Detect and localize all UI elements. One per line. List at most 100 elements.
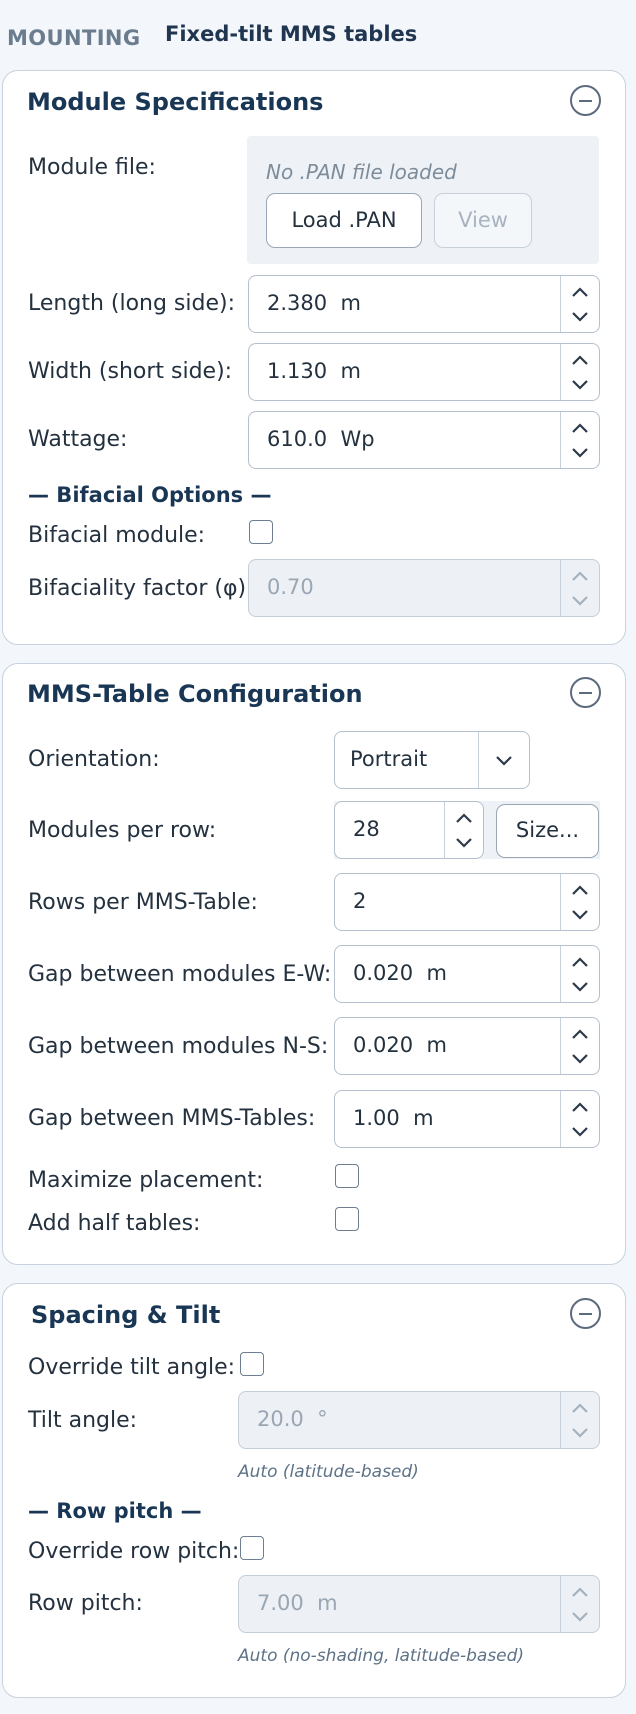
module-specifications-title: Module Specifications — [27, 88, 324, 116]
row-pitch-hint: Auto (no-shading, latitude-based) — [238, 1646, 525, 1666]
length-spinbox[interactable]: 2.380 m — [248, 275, 600, 333]
chevron-up-icon — [456, 813, 472, 823]
bifacial-options-header: — Bifacial Options — — [28, 483, 272, 507]
increment-button[interactable] — [561, 276, 599, 304]
increment-button[interactable] — [561, 1018, 599, 1046]
orientation-label: Orientation: — [28, 747, 160, 772]
decrement-button[interactable] — [561, 1046, 599, 1074]
orientation-value: Portrait — [350, 747, 428, 771]
bifaciality-factor-spinbox[interactable]: 0.70 — [248, 559, 600, 617]
chevron-up-icon — [572, 885, 588, 895]
chevron-down-icon — [496, 756, 512, 766]
collapse-mms-table-configuration-icon[interactable] — [570, 677, 601, 708]
chevron-down-icon — [572, 596, 588, 606]
chevron-down-icon — [572, 380, 588, 390]
page-title: Fixed-tilt MMS tables — [165, 22, 418, 46]
section-label: MOUNTING — [7, 26, 141, 50]
gap-tables-spinbox[interactable]: 1.00 m — [334, 1090, 600, 1148]
gap-ew-value: 0.020 m — [353, 961, 447, 985]
increment-button[interactable] — [561, 946, 599, 974]
increment-button[interactable] — [445, 802, 483, 830]
modules-per-row-value: 28 — [353, 817, 380, 841]
chevron-up-icon — [572, 355, 588, 365]
load-pan-button[interactable]: Load .PAN — [266, 193, 422, 248]
wattage-value: 610.0 Wp — [267, 427, 375, 451]
add-half-tables-checkbox[interactable] — [335, 1207, 359, 1231]
decrement-button[interactable] — [561, 372, 599, 400]
size-button[interactable]: Size... — [496, 804, 599, 858]
rows-per-table-label: Rows per MMS-Table: — [28, 890, 258, 915]
gap-ns-value: 0.020 m — [353, 1033, 447, 1057]
row-pitch-spinbox[interactable]: 7.00 m — [238, 1575, 600, 1633]
increment-button[interactable] — [561, 1576, 599, 1604]
file-status-text: No .PAN file loaded — [266, 160, 457, 184]
collapse-spacing-tilt-icon[interactable] — [570, 1298, 601, 1329]
modules-per-row-label: Modules per row: — [28, 818, 217, 843]
gap-tables-label: Gap between MMS-Tables: — [28, 1106, 316, 1131]
rows-per-table-value: 2 — [353, 889, 367, 913]
decrement-button[interactable] — [561, 1119, 599, 1147]
length-value: 2.380 m — [267, 291, 361, 315]
chevron-up-icon — [572, 1029, 588, 1039]
chevron-up-icon — [572, 1587, 588, 1597]
tilt-angle-spinbox[interactable]: 20.0 ° — [238, 1391, 600, 1449]
tilt-angle-hint: Auto (latitude-based) — [238, 1462, 419, 1482]
increment-button[interactable] — [561, 1091, 599, 1119]
chevron-up-icon — [572, 957, 588, 967]
orientation-select[interactable]: Portrait — [334, 731, 530, 789]
decrement-button[interactable] — [561, 304, 599, 332]
tilt-angle-label: Tilt angle: — [28, 1408, 138, 1433]
length-label: Length (long side): — [28, 291, 236, 316]
wattage-spinbox[interactable]: 610.0 Wp — [248, 411, 600, 469]
chevron-up-icon — [572, 1102, 588, 1112]
width-spinbox[interactable]: 1.130 m — [248, 343, 600, 401]
chevron-down-icon — [572, 1127, 588, 1137]
chevron-down-icon — [572, 1428, 588, 1438]
decrement-button[interactable] — [561, 1604, 599, 1632]
decrement-button[interactable] — [561, 1420, 599, 1448]
bifaciality-factor-label: Bifaciality factor (φ): — [28, 576, 254, 601]
decrement-button[interactable] — [561, 440, 599, 468]
width-value: 1.130 m — [267, 359, 361, 383]
decrement-button[interactable] — [561, 902, 599, 930]
chevron-up-icon — [572, 571, 588, 581]
chevron-down-icon — [572, 982, 588, 992]
rows-per-table-spinbox[interactable]: 2 — [334, 873, 600, 931]
chevron-down-icon — [572, 448, 588, 458]
override-row-pitch-checkbox[interactable] — [240, 1536, 264, 1560]
bifaciality-factor-value: 0.70 — [267, 575, 314, 599]
chevron-up-icon — [572, 1403, 588, 1413]
override-tilt-checkbox[interactable] — [240, 1352, 264, 1376]
width-label: Width (short side): — [28, 359, 233, 384]
collapse-module-specifications-icon[interactable] — [570, 85, 601, 116]
chevron-down-icon — [572, 312, 588, 322]
override-tilt-label: Override tilt angle: — [28, 1355, 236, 1380]
bifacial-module-label: Bifacial module: — [28, 523, 206, 548]
gap-ns-spinbox[interactable]: 0.020 m — [334, 1017, 600, 1075]
maximize-placement-checkbox[interactable] — [335, 1164, 359, 1188]
decrement-button[interactable] — [561, 974, 599, 1002]
gap-ew-spinbox[interactable]: 0.020 m — [334, 945, 600, 1003]
maximize-placement-label: Maximize placement: — [28, 1168, 264, 1193]
bifacial-module-checkbox[interactable] — [249, 520, 273, 544]
row-pitch-header: — Row pitch — — [28, 1499, 202, 1523]
modules-per-row-spinbox[interactable]: 28 — [334, 801, 484, 859]
chevron-up-icon — [572, 287, 588, 297]
module-file-label: Module file: — [28, 155, 156, 180]
tilt-angle-value: 20.0 ° — [257, 1407, 328, 1431]
increment-button[interactable] — [561, 344, 599, 372]
chevron-down-icon — [572, 1612, 588, 1622]
mms-table-configuration-title: MMS-Table Configuration — [27, 680, 363, 708]
increment-button[interactable] — [561, 560, 599, 588]
chevron-up-icon — [572, 423, 588, 433]
view-button[interactable]: View — [434, 193, 532, 248]
decrement-button[interactable] — [445, 830, 483, 858]
decrement-button[interactable] — [561, 588, 599, 616]
increment-button[interactable] — [561, 412, 599, 440]
increment-button[interactable] — [561, 1392, 599, 1420]
add-half-tables-label: Add half tables: — [28, 1211, 201, 1236]
override-row-pitch-label: Override row pitch: — [28, 1539, 240, 1564]
gap-ns-label: Gap between modules N-S: — [28, 1034, 329, 1059]
increment-button[interactable] — [561, 874, 599, 902]
row-pitch-label: Row pitch: — [28, 1591, 143, 1616]
